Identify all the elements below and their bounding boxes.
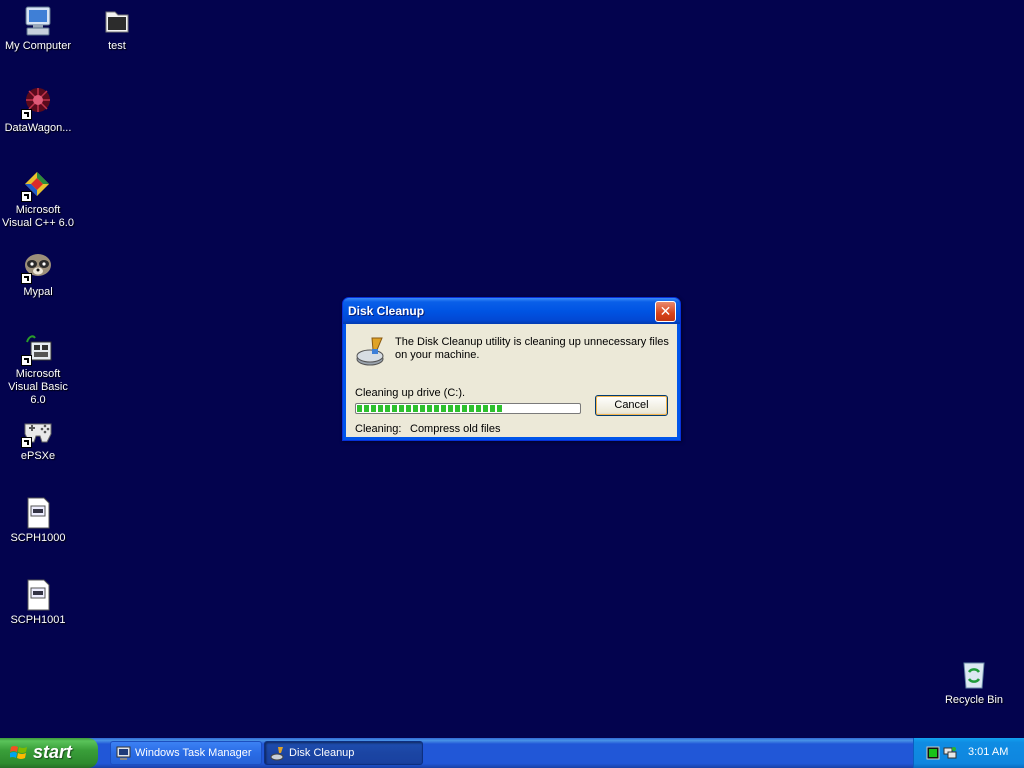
windows-logo-icon	[9, 745, 28, 761]
shortcut-arrow-icon	[21, 191, 32, 202]
icon-label: Mypal	[23, 286, 53, 298]
cleaning-item: Compress old files	[410, 423, 501, 435]
close-button[interactable]: ✕	[655, 301, 676, 322]
start-button[interactable]: start	[0, 738, 98, 768]
taskbar-button-task-manager[interactable]: Windows Task Manager	[110, 741, 262, 765]
desktop-icon-recycle-bin[interactable]: Recycle Bin	[936, 658, 1012, 707]
drive-status-text: Cleaning up drive (C:).	[355, 387, 466, 399]
desktop-icon-visual-basic[interactable]: Microsoft Visual Basic 6.0	[0, 332, 76, 407]
task-manager-icon	[116, 746, 131, 761]
icon-label: test	[108, 40, 126, 52]
icon-label: SCPH1000	[10, 532, 66, 544]
disk-cleanup-icon	[270, 746, 285, 761]
mypal-raccoon-icon	[21, 250, 55, 284]
desktop-icon-visual-cpp[interactable]: Microsoft Visual C++ 6.0	[0, 168, 76, 230]
bin-file-icon	[21, 496, 55, 530]
taskbar: start Windows Task Manager Disk Cleanup	[0, 738, 1024, 768]
dialog-body: The Disk Cleanup utility is cleaning up …	[346, 324, 677, 437]
shortcut-arrow-icon	[21, 273, 32, 284]
shortcut-arrow-icon	[21, 109, 32, 120]
desktop-icon-mypal[interactable]: Mypal	[0, 250, 76, 299]
dialog-titlebar[interactable]: Disk Cleanup ✕	[343, 298, 680, 324]
desktop-icon-datawagon[interactable]: DataWagon...	[0, 86, 76, 135]
icon-label: DataWagon...	[4, 122, 72, 134]
taskbar-button-label: Windows Task Manager	[135, 747, 252, 759]
icon-label: SCPH1001	[10, 614, 66, 626]
clock: 3:01 AM	[968, 746, 1009, 758]
close-icon: ✕	[659, 303, 672, 319]
taskbar-button-disk-cleanup[interactable]: Disk Cleanup	[264, 741, 423, 765]
icon-label: Microsoft Visual C++ 6.0	[2, 204, 74, 229]
visual-cpp-icon	[21, 168, 55, 202]
desktop-icon-scph1001[interactable]: SCPH1001	[0, 578, 76, 627]
folder-icon	[100, 4, 134, 38]
datawagon-icon	[21, 86, 55, 120]
shortcut-arrow-icon	[21, 355, 32, 366]
icon-label: My Computer	[4, 40, 72, 52]
desktop-icon-epsxe[interactable]: ePSXe	[0, 414, 76, 463]
cleanup-progress-bar	[355, 403, 581, 414]
cleaning-label: Cleaning:	[355, 423, 402, 435]
computer-icon	[21, 4, 55, 38]
icon-label: ePSXe	[20, 450, 56, 462]
icon-label: Microsoft Visual Basic 6.0	[8, 368, 68, 406]
network-tray-icon[interactable]	[943, 746, 957, 760]
desktop-icon-test[interactable]: test	[79, 4, 155, 53]
task-manager-tray-icon[interactable]	[926, 746, 940, 760]
bin-file-icon	[21, 578, 55, 612]
recycle-bin-icon	[957, 658, 991, 692]
desktop-icon-my-computer[interactable]: My Computer	[0, 4, 76, 53]
gamepad-icon	[21, 414, 55, 448]
dialog-message: The Disk Cleanup utility is cleaning up …	[395, 336, 669, 361]
dialog-title: Disk Cleanup	[348, 304, 425, 318]
shortcut-arrow-icon	[21, 437, 32, 448]
progress-fill	[357, 405, 504, 412]
disk-cleanup-icon	[355, 335, 389, 367]
cancel-button[interactable]: Cancel	[595, 395, 668, 416]
disk-cleanup-dialog: Disk Cleanup ✕ The Disk Cleanup utility …	[342, 297, 681, 441]
desktop-icon-scph1000[interactable]: SCPH1000	[0, 496, 76, 545]
start-label: start	[33, 742, 73, 762]
taskbar-button-label: Disk Cleanup	[289, 747, 355, 759]
icon-label: Recycle Bin	[944, 694, 1004, 706]
system-tray: 3:01 AM	[913, 738, 1024, 768]
visual-basic-icon	[21, 332, 55, 366]
desktop: My Computer test DataWagon... Microsoft …	[0, 0, 1024, 738]
